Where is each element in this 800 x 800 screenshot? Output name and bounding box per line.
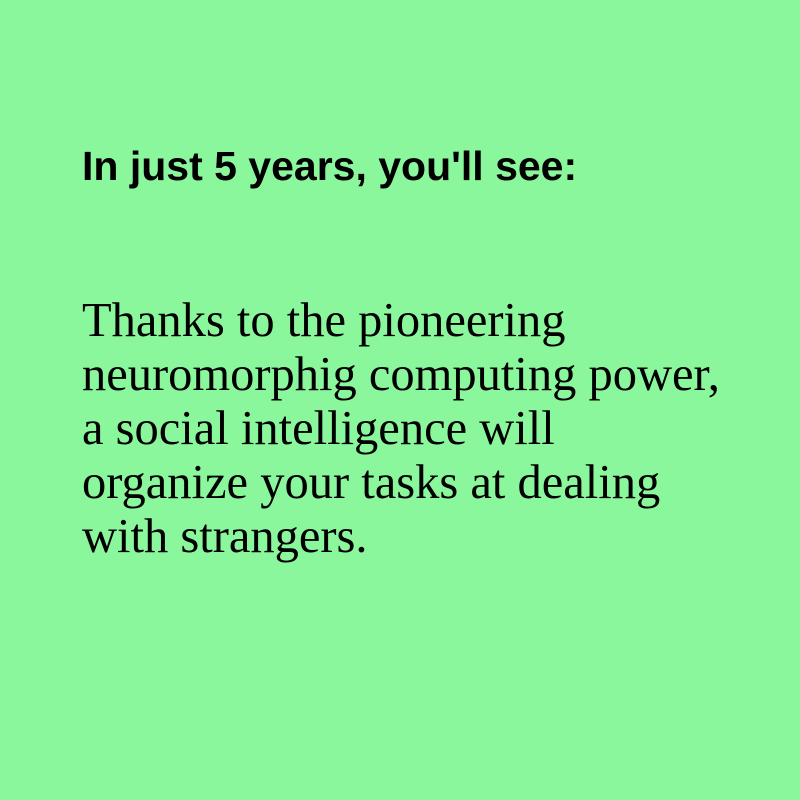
card-body-text: Thanks to the pioneering neuromorphig co… xyxy=(82,294,720,563)
prediction-card: In just 5 years, you'll see: Thanks to t… xyxy=(0,0,800,800)
card-heading: In just 5 years, you'll see: xyxy=(82,143,578,189)
